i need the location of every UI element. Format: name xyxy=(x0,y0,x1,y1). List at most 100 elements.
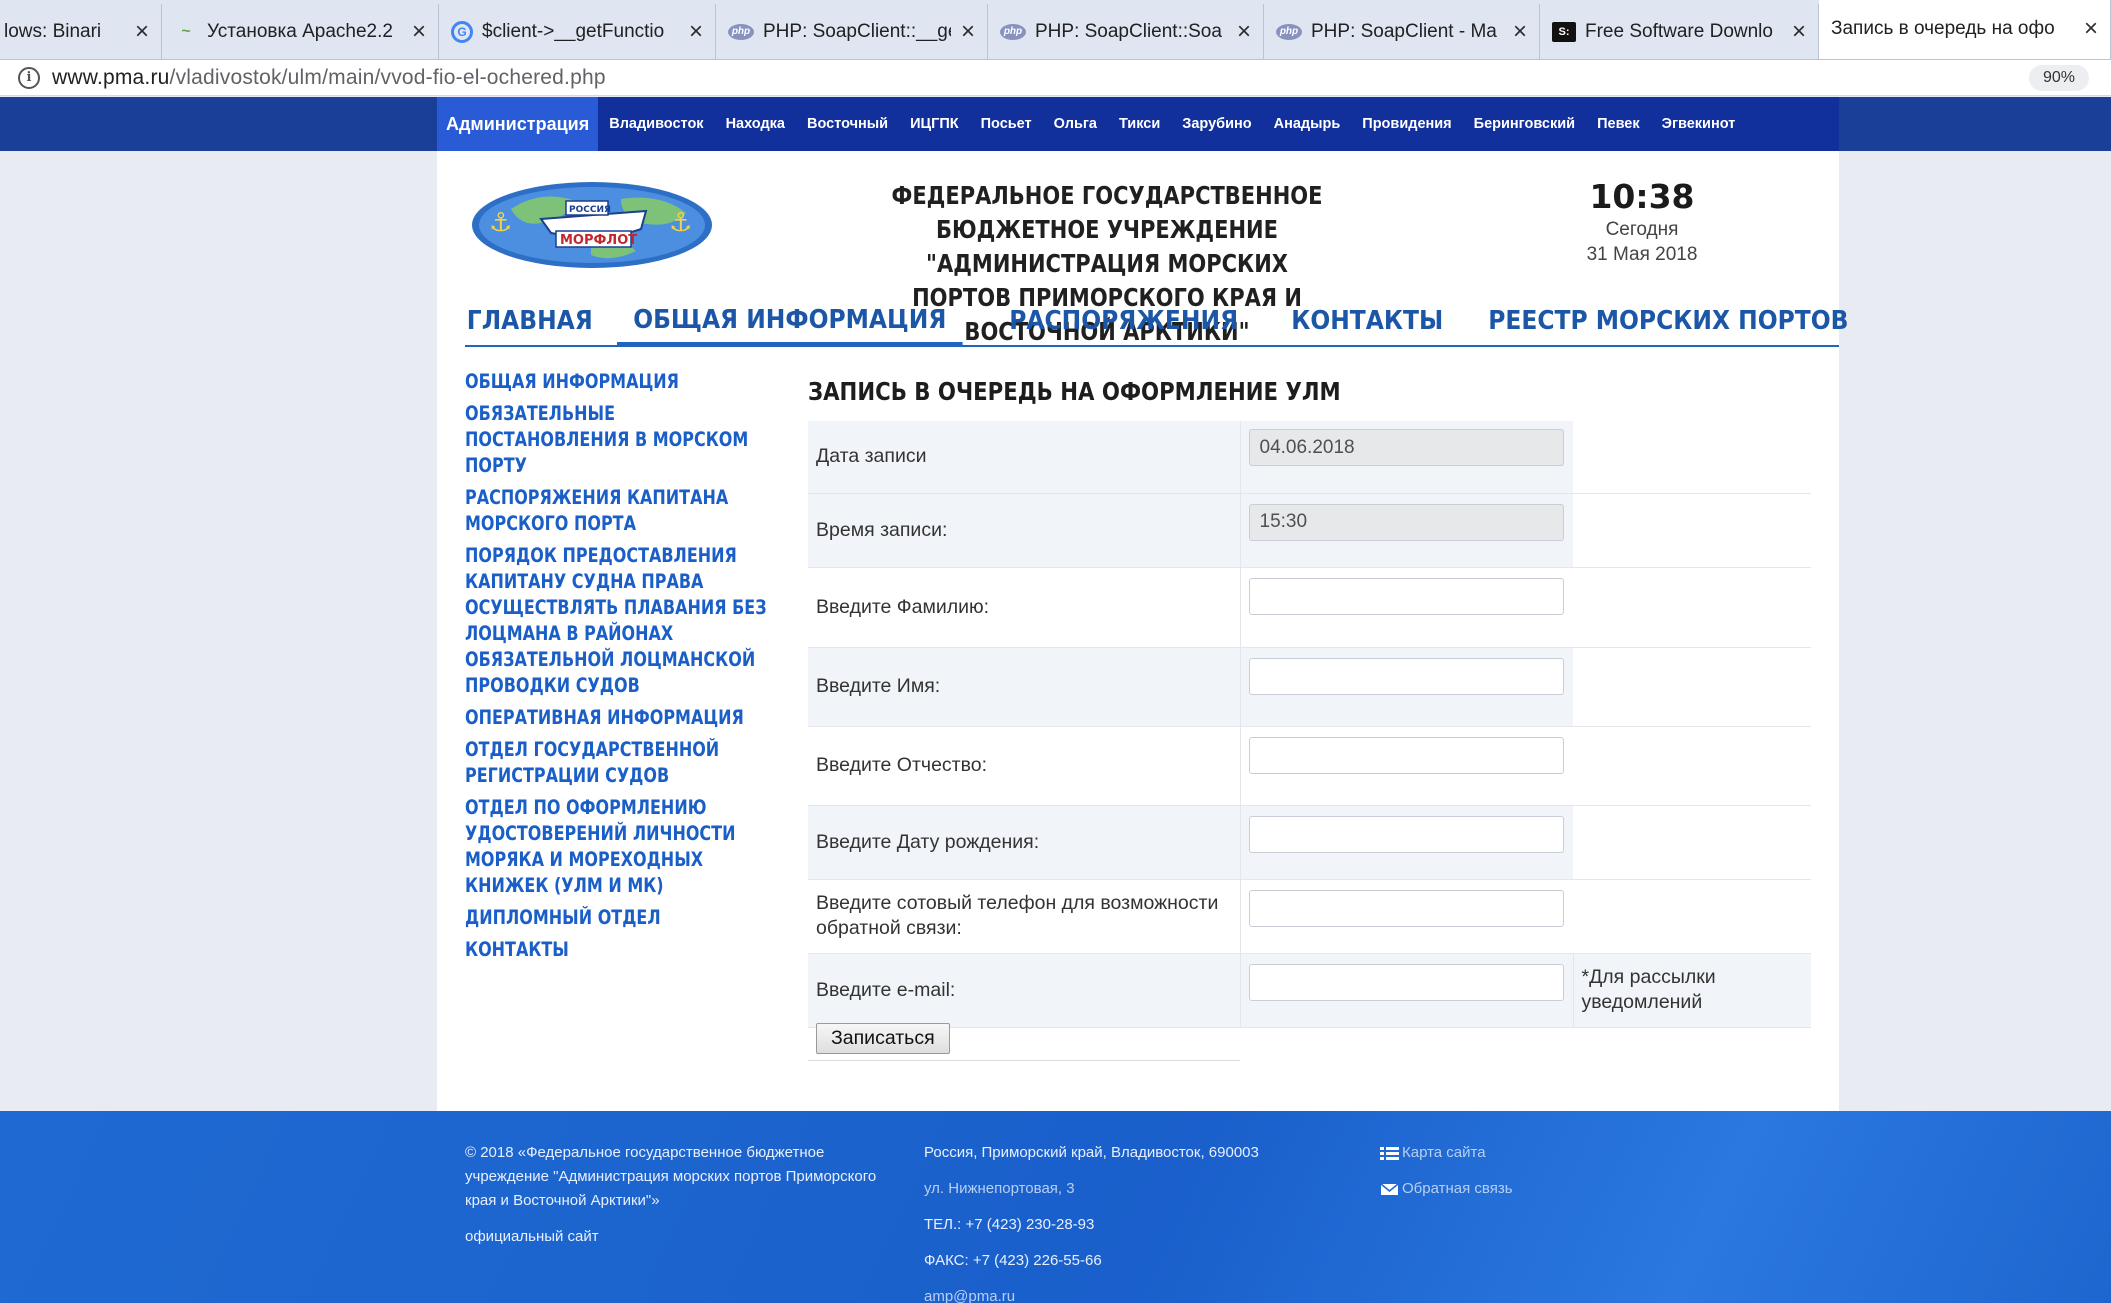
clock-time: 10:38 xyxy=(1589,177,1695,216)
side-menu-item[interactable]: ПОРЯДОК ПРЕДОСТАВЛЕНИЯ КАПИТАНУ СУДНА ПР… xyxy=(465,543,777,699)
tab-title: PHP: SoapClient - Ma xyxy=(1311,20,1497,42)
close-icon[interactable]: × xyxy=(2084,17,2098,41)
browser-tab[interactable]: php PHP: SoapClient::__ge × xyxy=(716,4,988,59)
email-input[interactable] xyxy=(1248,963,1564,1001)
feedback-link[interactable]: Обратная связь xyxy=(1380,1177,1680,1201)
city-link[interactable]: Посьет xyxy=(970,97,1043,151)
footer-contacts-col: Россия, Приморский край, Владивосток, 69… xyxy=(924,1141,1344,1303)
info-icon[interactable]: i xyxy=(18,66,40,89)
city-link[interactable]: Анадырь xyxy=(1263,97,1352,151)
form-row-time: Время записи: xyxy=(808,493,1811,567)
browser-tab[interactable]: G $client->__getFunctio × xyxy=(439,4,716,59)
city-link[interactable]: Тикси xyxy=(1108,97,1171,151)
field-label: Введите Имя: xyxy=(808,647,1240,726)
browser-tab[interactable]: php PHP: SoapClient::Soa × xyxy=(988,4,1264,59)
logo-text-top: РОССИЯ xyxy=(569,205,611,215)
city-link[interactable]: Беринговский xyxy=(1463,97,1586,151)
field-label: Введите Дату рождения: xyxy=(808,805,1240,879)
browser-tab[interactable]: ~ Установка Apache2.2 × xyxy=(162,4,439,59)
nav-contacts[interactable]: КОНТАКТЫ xyxy=(1275,297,1459,345)
close-icon[interactable]: × xyxy=(961,19,975,44)
field-label: Введите Отчество: xyxy=(816,754,987,776)
tab-title: Запись в очередь на офо xyxy=(1831,18,2055,39)
footer-official-site: официальный сайт xyxy=(465,1228,599,1245)
side-menu-item[interactable]: ОПЕРАТИВНАЯ ИНФОРМАЦИЯ xyxy=(465,705,777,731)
form-row-date: Дата записи xyxy=(808,421,1811,493)
form-row-phone: Введите сотовый телефон для возможности … xyxy=(808,879,1811,953)
nav-orders[interactable]: РАСПОРЯЖЕНИЯ xyxy=(993,297,1254,345)
sf-icon: S: xyxy=(1552,21,1576,42)
tab-title: PHP: SoapClient::Soa xyxy=(1035,20,1222,42)
city-link[interactable]: Восточный xyxy=(796,97,899,151)
feedback-label: Обратная связь xyxy=(1402,1180,1513,1197)
nav-port-registry[interactable]: РЕЕСТР МОРСКИХ ПОРТОВ xyxy=(1472,297,1865,345)
url-text[interactable]: www.pma.ru/vladivostok/ulm/main/vvod-fio… xyxy=(52,66,606,90)
city-link[interactable]: Эгвекинот xyxy=(1651,97,1747,151)
email-note: *Для рассылки уведомлений xyxy=(1572,953,1811,1027)
zoom-indicator[interactable]: 90% xyxy=(2028,65,2089,91)
form-row-surname: Введите Фамилию: xyxy=(808,567,1811,647)
clock-date: 31 Мая 2018 xyxy=(1586,244,1698,265)
city-link[interactable]: Ольга xyxy=(1043,97,1108,151)
footer-street: ул. Нижнепортовая, 3 xyxy=(924,1180,1075,1197)
surname-input[interactable] xyxy=(1248,577,1564,615)
city-link[interactable]: Владивосток xyxy=(598,97,714,151)
tab-title: Установка Apache2.2 xyxy=(207,20,393,42)
sitemap-label: Карта сайта xyxy=(1402,1144,1486,1161)
side-menu-item[interactable]: ДИПЛОМНЫЙ ОТДЕЛ xyxy=(465,905,777,931)
main-nav: ГЛАВНАЯ ОБЩАЯ ИНФОРМАЦИЯ РАСПОРЯЖЕНИЯ КО… xyxy=(465,297,1849,347)
appointment-date-field[interactable] xyxy=(1248,429,1564,466)
side-menu-item[interactable]: ОБЯЗАТЕЛЬНЫЕ ПОСТАНОВЛЕНИЯ В МОРСКОМ ПОР… xyxy=(465,401,777,479)
form-row-birthdate: Введите Дату рождения: xyxy=(808,805,1811,879)
field-label: Время записи: xyxy=(808,493,1240,567)
footer-copyright: © 2018 «Федеральное государственное бюдж… xyxy=(465,1144,877,1209)
nav-general-info[interactable]: ОБЩАЯ ИНФОРМАЦИЯ xyxy=(617,297,963,345)
form-title: ЗАПИСЬ В ОЧЕРЕДЬ НА ОФОРМЛЕНИЕ УЛМ xyxy=(808,377,1341,406)
google-icon: G xyxy=(451,20,473,43)
side-menu-item[interactable]: КОНТАКТЫ xyxy=(465,937,777,963)
field-label: Введите e-mail: xyxy=(808,953,1240,1027)
city-link[interactable]: ИЦГПК xyxy=(899,97,970,151)
side-menu-item[interactable]: ОБЩАЯ ИНФОРМАЦИЯ xyxy=(465,369,777,395)
sitemap-link[interactable]: Карта сайта xyxy=(1380,1141,1680,1165)
browser-tab-active[interactable]: Запись в очередь на офо × xyxy=(1819,0,2111,59)
browser-tab[interactable]: lows: Binari × xyxy=(0,4,162,59)
city-link-administration[interactable]: Администрация xyxy=(437,97,599,151)
php-icon: php xyxy=(1000,23,1026,40)
birthdate-input[interactable] xyxy=(1248,815,1564,853)
nav-home[interactable]: ГЛАВНАЯ xyxy=(465,297,609,345)
close-icon[interactable]: × xyxy=(689,19,703,44)
city-link[interactable]: Зарубино xyxy=(1171,97,1262,151)
browser-tab[interactable]: S: Free Software Downlo × xyxy=(1540,4,1819,59)
phone-input[interactable] xyxy=(1248,889,1564,927)
queue-form: Дата записи Время записи: Введите Фамили… xyxy=(808,421,1811,1028)
footer-email-link[interactable]: amp@pma.ru xyxy=(924,1285,1344,1303)
close-icon[interactable]: × xyxy=(135,19,149,44)
submit-button[interactable]: Записаться xyxy=(816,1023,950,1054)
patronymic-input[interactable] xyxy=(1248,736,1564,774)
side-menu-item[interactable]: ОТДЕЛ ГОСУДАРСТВЕННОЙ РЕГИСТРАЦИИ СУДОВ xyxy=(465,737,777,789)
close-icon[interactable]: × xyxy=(1513,19,1527,44)
url-host: www.pma.ru xyxy=(52,65,170,89)
field-label: Введите Фамилию: xyxy=(816,595,990,618)
city-link[interactable]: Певек xyxy=(1586,97,1651,151)
side-menu-item[interactable]: ОТДЕЛ ПО ОФОРМЛЕНИЮ УДОСТОВЕРЕНИЙ ЛИЧНОС… xyxy=(465,795,777,899)
close-icon[interactable]: × xyxy=(412,19,426,44)
name-input[interactable] xyxy=(1248,657,1564,695)
tab-title: Free Software Downlo xyxy=(1585,20,1773,42)
submit-row: Записаться xyxy=(808,1023,1240,1061)
side-menu-item[interactable]: РАСПОРЯЖЕНИЯ КАПИТАНА МОРСКОГО ПОРТА xyxy=(465,485,777,537)
clock-day: Сегодня xyxy=(1605,219,1679,240)
address-bar[interactable]: i www.pma.ru/vladivostok/ulm/main/vvod-f… xyxy=(0,60,2111,96)
close-icon[interactable]: × xyxy=(1237,19,1251,44)
appointment-time-field[interactable] xyxy=(1248,503,1564,541)
city-link[interactable]: Находка xyxy=(715,97,796,151)
city-link[interactable]: Провидения xyxy=(1351,97,1462,151)
site-top-bar: Администрация Владивосток Находка Восточ… xyxy=(0,97,2111,151)
php-icon: php xyxy=(1276,23,1302,40)
close-icon[interactable]: × xyxy=(1792,19,1806,44)
morflot-logo[interactable]: РОССИЯ МОРФЛОТ ⚓ ⚓ xyxy=(471,179,714,271)
form-row-email: Введите e-mail: *Для рассылки уведомлени… xyxy=(808,953,1811,1027)
browser-tab[interactable]: php PHP: SoapClient - Ma × xyxy=(1264,4,1540,59)
footer-phone: ТЕЛ.: +7 (423) 230-28-93 xyxy=(924,1216,1095,1233)
